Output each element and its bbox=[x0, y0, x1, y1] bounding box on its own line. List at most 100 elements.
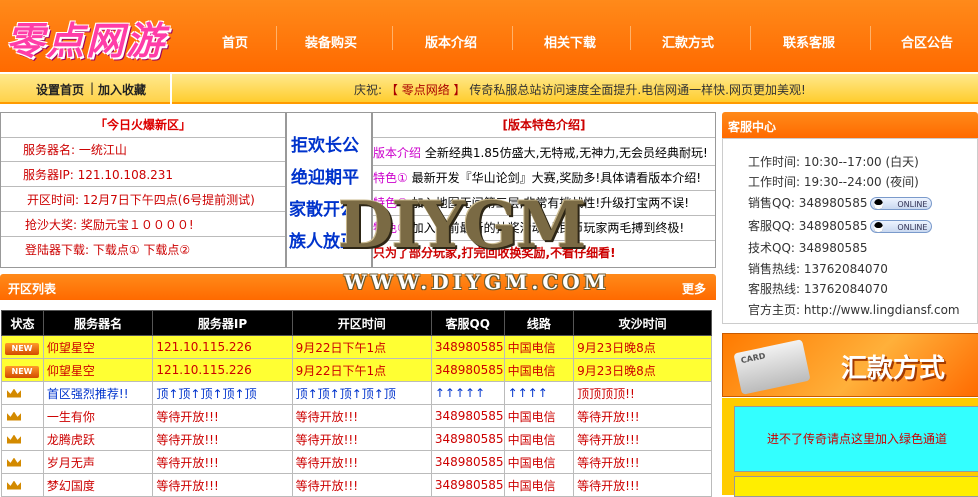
qq-online-icon[interactable]: ONLINE bbox=[870, 197, 933, 210]
card-label: CARD bbox=[740, 351, 767, 366]
table-row[interactable]: NEW 仰望星空 121.10.115.226 9月22日下午1点 348980585 中… bbox=[1, 335, 712, 359]
new-badge-icon: NEW bbox=[5, 365, 39, 378]
status-cell bbox=[1, 427, 44, 451]
crown-icon bbox=[5, 454, 23, 468]
open-time-cell: 等待开放!!! bbox=[291, 473, 432, 497]
today-open-time: 开区时间: 12月7日下午四点(6号提前测试) bbox=[1, 188, 285, 212]
status-cell bbox=[1, 473, 44, 497]
nav-divider bbox=[630, 26, 631, 50]
site-header: 零点网游 首页 装备购买 版本介绍 相关下载 汇款方式 联系客服 合区公告 bbox=[0, 0, 978, 72]
line-cell: ↑↑↑↑ bbox=[503, 381, 575, 405]
col-open-time: 开区时间 bbox=[291, 310, 432, 336]
notice-highlight: 【 零点网络 】 bbox=[385, 83, 466, 97]
siege-time-cell: 等待开放!!! bbox=[573, 473, 712, 497]
col-server-name: 服务器名 bbox=[42, 310, 154, 336]
site-logo[interactable]: 零点网游 bbox=[6, 10, 166, 65]
official-homepage[interactable]: 官方主页: http://www.lingdiansf.com bbox=[748, 301, 960, 318]
slogan-box: 拒欢长公 绝迎期平 家散开公 族人放正 bbox=[286, 112, 372, 268]
table-row[interactable]: 龙腾虎跃 等待开放!!! 等待开放!!! 348980585 中国电信 等待开放!!! bbox=[1, 427, 712, 451]
feature-row: 版本介绍 全新经典1.85仿盛大,无特戒,无神力,无会员经典耐玩! bbox=[373, 141, 715, 166]
line-cell: 中国电信 bbox=[503, 450, 575, 474]
server-ip-cell: 顶↑顶↑顶↑顶↑顶 bbox=[152, 381, 293, 405]
nav-version-intro[interactable]: 版本介绍 bbox=[425, 32, 477, 51]
today-server-ip: 服务器IP: 121.10.108.231 bbox=[1, 163, 285, 187]
nav-payment[interactable]: 汇款方式 bbox=[662, 32, 714, 51]
nav-divider bbox=[276, 26, 277, 50]
nav-downloads[interactable]: 相关下载 bbox=[544, 32, 596, 51]
table-row[interactable]: 梦幻国度 等待开放!!! 等待开放!!! 348980585 中国电信 等待开放!!! bbox=[1, 473, 712, 497]
status-cell: NEW bbox=[1, 335, 44, 359]
green-channel-link[interactable]: 进不了传奇请点这里加入绿色通道 bbox=[734, 406, 978, 472]
slogan-line-4: 族人放正 bbox=[289, 232, 357, 252]
table-row[interactable]: 一生有你 等待开放!!! 等待开放!!! 348980585 中国电信 等待开放!!! bbox=[1, 404, 712, 428]
cs-qq-row: 客服QQ: 348980585 ONLINE bbox=[748, 217, 933, 234]
line-cell: 中国电信 bbox=[503, 473, 575, 497]
server-list-table: 状态 服务器名 服务器IP 开区时间 客服QQ 线路 攻沙时间 NEW 仰望星空 1… bbox=[1, 310, 712, 497]
line-cell: 中国电信 bbox=[503, 427, 575, 451]
today-download-links[interactable]: 登陆器下载: 下载点① 下载点② bbox=[1, 238, 285, 262]
notice-bar: 庆祝: 【 零点网络 】 传奇私服总站访问速度全面提升.电信网通一样快.网页更加… bbox=[172, 74, 978, 104]
open-time-cell: 9月22日下午1点 bbox=[291, 358, 432, 382]
siege-time-cell: 等待开放!!! bbox=[573, 404, 712, 428]
server-name-cell: 仰望星空 bbox=[42, 358, 154, 382]
table-row[interactable]: NEW 仰望星空 121.10.115.226 9月22日下午1点 348980585 中… bbox=[1, 358, 712, 382]
server-name-cell: 岁月无声 bbox=[42, 450, 154, 474]
line-cell: 中国电信 bbox=[503, 404, 575, 428]
nav-divider bbox=[392, 26, 393, 50]
server-ip-cell: 121.10.115.226 bbox=[152, 335, 293, 359]
table-row[interactable]: 首区强烈推荐!! 顶↑顶↑顶↑顶↑顶 顶↑顶↑顶↑顶↑顶 ↑↑↑↑↑ ↑↑↑↑ 顶顶顶顶!… bbox=[1, 381, 712, 405]
nav-merge-notice[interactable]: 合区公告 bbox=[901, 32, 953, 51]
crown-icon bbox=[5, 477, 23, 491]
server-list-body: NEW 仰望星空 121.10.115.226 9月22日下午1点 348980585 中… bbox=[1, 335, 712, 497]
col-status: 状态 bbox=[1, 310, 44, 336]
status-cell bbox=[1, 450, 44, 474]
main-nav: 首页 装备购买 版本介绍 相关下载 汇款方式 联系客服 合区公告 bbox=[190, 0, 978, 72]
version-features-box: [版本特色介绍] 版本介绍 全新经典1.85仿盛大,无特戒,无神力,无会员经典耐… bbox=[372, 112, 716, 268]
crown-icon bbox=[5, 431, 23, 445]
service-qq-cell: 348980585 bbox=[430, 404, 505, 428]
feature-tag: 特色① bbox=[373, 171, 408, 185]
set-homepage-link[interactable]: 设置首页 bbox=[36, 81, 84, 98]
line-cell: 中国电信 bbox=[503, 335, 575, 359]
today-title: 「今日火爆新区」 bbox=[1, 113, 285, 138]
remittance-banner[interactable]: CARD 汇款方式 bbox=[722, 333, 978, 397]
server-ip-cell: 等待开放!!! bbox=[152, 473, 293, 497]
slogan-line-3: 家散开公 bbox=[289, 200, 357, 220]
siege-time-cell: 9月23日晚8点 bbox=[573, 335, 712, 359]
sales-hotline: 销售热线: 13762084070 bbox=[748, 262, 888, 276]
server-name-cell: 龙腾虎跃 bbox=[42, 427, 154, 451]
feature-text: 全新经典1.85仿盛大,无特戒,无神力,无会员经典耐玩! bbox=[424, 146, 708, 160]
server-list-more-link[interactable]: 更多 bbox=[682, 280, 706, 297]
siege-time-cell: 等待开放!!! bbox=[573, 450, 712, 474]
nav-buy-equipment[interactable]: 装备购买 bbox=[305, 32, 357, 51]
open-time-cell: 等待开放!!! bbox=[291, 404, 432, 428]
work-hours-night: 工作时间: 19:30--24:00 (夜间) bbox=[748, 175, 919, 189]
qq-online-icon[interactable]: ONLINE bbox=[870, 220, 933, 233]
nav-contact[interactable]: 联系客服 bbox=[783, 32, 835, 51]
open-time-cell: 等待开放!!! bbox=[291, 450, 432, 474]
feature-text: 加入目前最新的抽奖活动,人民币玩家两毛搏到终极! bbox=[411, 221, 685, 235]
feature-row: 只为了部分玩家,打完回收换奖励,不看仔细看! bbox=[373, 241, 715, 265]
today-server-name: 服务器名: 一统江山 bbox=[1, 138, 285, 162]
status-cell bbox=[1, 404, 44, 428]
service-center-title: 客服中心 bbox=[728, 120, 777, 134]
sales-qq-row: 销售QQ: 348980585 ONLINE bbox=[748, 194, 933, 211]
nav-home[interactable]: 首页 bbox=[222, 32, 248, 51]
service-qq-cell: 348980585 bbox=[430, 335, 505, 359]
server-name-cell: 仰望星空 bbox=[42, 335, 154, 359]
today-new-server-box: 「今日火爆新区」 服务器名: 一统江山 服务器IP: 121.10.108.23… bbox=[0, 112, 286, 268]
cs-qq: 客服QQ: 348980585 bbox=[748, 219, 868, 233]
feature-text: 只为了部分玩家,打完回收换奖励,不看仔细看! bbox=[373, 246, 616, 260]
features-title: [版本特色介绍] bbox=[373, 113, 715, 138]
table-row[interactable]: 岁月无声 等待开放!!! 等待开放!!! 348980585 中国电信 等待开放!!! bbox=[1, 450, 712, 474]
line-cell: 中国电信 bbox=[503, 358, 575, 382]
server-list-header: 开区列表 更多 bbox=[0, 274, 716, 300]
credit-card-icon: CARD bbox=[733, 339, 811, 395]
server-ip-cell: 等待开放!!! bbox=[152, 450, 293, 474]
col-line: 线路 bbox=[503, 310, 575, 336]
feature-row: 特色② 加入地图无间第三层,非常有挑战性!升级打宝两不误! bbox=[373, 191, 715, 216]
crown-icon bbox=[5, 385, 23, 399]
add-favorite-link[interactable]: 加入收藏 bbox=[98, 81, 146, 98]
status-cell bbox=[1, 381, 44, 405]
server-name-cell: 首区强烈推荐!! bbox=[42, 381, 154, 405]
